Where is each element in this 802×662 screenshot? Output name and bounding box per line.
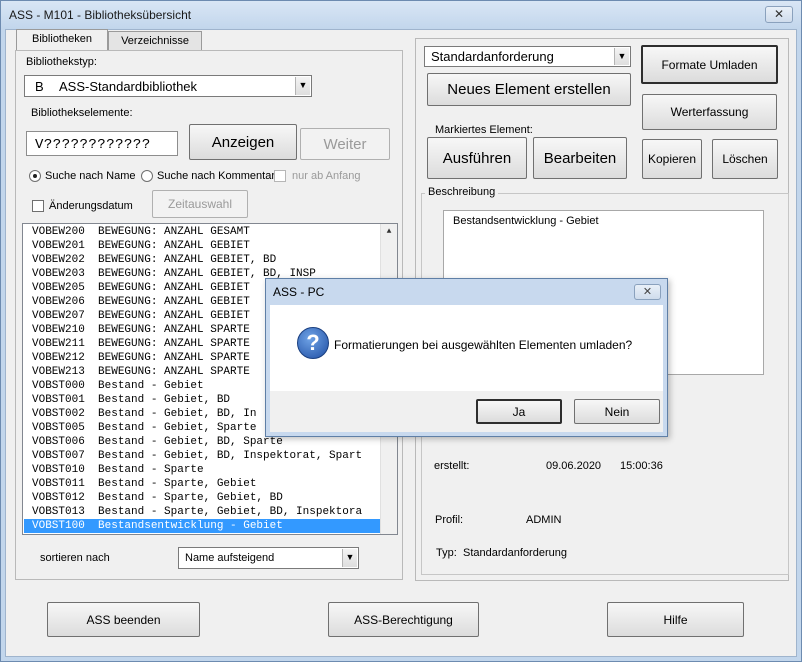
formate-umladen-button[interactable]: Formate Umladen [641, 45, 778, 84]
nur-ab-anfang-label: nur ab Anfang [292, 170, 361, 182]
list-item[interactable]: VOBEW201 BEWEGUNG: ANZAHL GEBIET [24, 239, 380, 253]
zeitauswahl-button[interactable]: Zeitauswahl [152, 190, 248, 218]
bearbeiten-button[interactable]: Bearbeiten [533, 137, 627, 179]
ja-button[interactable]: Ja [476, 399, 562, 424]
ass-beenden-button[interactable]: ASS beenden [47, 602, 200, 637]
list-item[interactable]: VOBST012 Bestand - Sparte, Gebiet, BD [24, 491, 380, 505]
chevron-down-icon[interactable]: ▼ [342, 549, 357, 567]
neues-element-button[interactable]: Neues Element erstellen [427, 73, 631, 106]
sortieren-select[interactable]: Name aufsteigend ▼ [178, 547, 359, 569]
ausfuehren-button[interactable]: Ausführen [427, 137, 527, 179]
dialog-footer: Ja Nein [270, 391, 663, 432]
bibliothekstyp-label: Bibliothekstyp: [26, 56, 97, 68]
list-item[interactable]: VOBST100 Bestandsentwicklung - Gebiet [24, 519, 380, 533]
profil-value: ADMIN [526, 514, 562, 526]
beschreibung-legend: Beschreibung [425, 186, 499, 198]
weiter-button[interactable]: Weiter [300, 128, 390, 160]
sortieren-label: sortieren nach [40, 552, 110, 564]
bibliothekselemente-value: V???????????? [35, 137, 151, 153]
dialog-title: ASS - PC [273, 285, 325, 299]
anforderung-value: Standardanforderung [431, 49, 554, 64]
nein-button[interactable]: Nein [574, 399, 660, 424]
chevron-down-icon[interactable]: ▼ [614, 48, 629, 65]
title-bar: ASS - M101 - Bibliotheksübersicht ✕ [1, 1, 801, 29]
ass-berechtigung-button[interactable]: ASS-Berechtigung [328, 602, 479, 637]
chevron-down-icon[interactable]: ▼ [295, 77, 310, 95]
suche-name-radio[interactable] [29, 170, 41, 182]
erstellt-time: 15:00:36 [620, 460, 663, 472]
list-item[interactable]: VOBST011 Bestand - Sparte, Gebiet [24, 477, 380, 491]
profil-label: Profil: [435, 514, 464, 526]
dialog-body: ? Formatierungen bei ausgewählten Elemen… [270, 305, 663, 391]
list-item[interactable]: VOBST010 Bestand - Sparte [24, 463, 380, 477]
tab-bibliotheken[interactable]: Bibliotheken [16, 29, 108, 50]
hilfe-button[interactable]: Hilfe [607, 602, 744, 637]
suche-name-label: Suche nach Name [45, 170, 136, 182]
dialog-message: Formatierungen bei ausgewählten Elemente… [334, 338, 633, 352]
bibliothekstyp-select[interactable]: B ASS-Standardbibliothek ▼ [24, 75, 312, 97]
suche-kommentar-label: Suche nach Kommentar [157, 170, 276, 182]
bibliothekstyp-value: ASS-Standardbibliothek [59, 79, 198, 94]
list-item[interactable]: VOBST013 Bestand - Sparte, Gebiet, BD, I… [24, 505, 380, 519]
list-item[interactable]: VOBST007 Bestand - Gebiet, BD, Inspektor… [24, 449, 380, 463]
window-close-button[interactable]: ✕ [765, 6, 793, 23]
suche-kommentar-radio[interactable] [141, 170, 153, 182]
beschreibung-text: Bestandsentwicklung - Gebiet [453, 215, 599, 227]
typ-value: Standardanforderung [463, 547, 567, 559]
list-item[interactable]: VOBEW202 BEWEGUNG: ANZAHL GEBIET, BD [24, 253, 380, 267]
bibliothekselemente-label: Bibliothekselemente: [31, 107, 133, 119]
kopieren-button[interactable]: Kopieren [642, 139, 702, 179]
sortieren-value: Name aufsteigend [185, 552, 275, 564]
tab-verzeichnisse[interactable]: Verzeichnisse [108, 31, 202, 50]
confirm-dialog: ASS - PC ✕ ? Formatierungen bei ausgewäh… [265, 278, 668, 437]
werterfassung-button[interactable]: Werterfassung [642, 94, 777, 130]
erstellt-label: erstellt: [434, 460, 470, 472]
markiertes-element-label: Markiertes Element: [435, 124, 533, 136]
bibliothekselemente-input[interactable]: V???????????? [26, 131, 178, 156]
dialog-close-button[interactable]: ✕ [634, 284, 661, 300]
anzeigen-button[interactable]: Anzeigen [189, 124, 297, 160]
bibliothekstyp-code: B [35, 79, 44, 94]
list-item[interactable]: VOBEW200 BEWEGUNG: ANZAHL GESAMT [24, 225, 380, 239]
question-icon: ? [297, 327, 329, 359]
typ-label: Typ: [436, 547, 457, 559]
scroll-up-icon[interactable]: ▲ [381, 224, 397, 240]
loeschen-button[interactable]: Löschen [712, 139, 778, 179]
nur-ab-anfang-checkbox[interactable] [274, 170, 286, 182]
anforderung-select[interactable]: Standardanforderung ▼ [424, 46, 631, 67]
erstellt-date: 09.06.2020 [546, 460, 602, 472]
aenderungsdatum-checkbox[interactable] [32, 200, 44, 212]
aenderungsdatum-label: Änderungsdatum [49, 200, 133, 212]
list-item[interactable]: VOBST006 Bestand - Gebiet, BD, Sparte [24, 435, 380, 449]
window-title: ASS - M101 - Bibliotheksübersicht [9, 8, 192, 22]
